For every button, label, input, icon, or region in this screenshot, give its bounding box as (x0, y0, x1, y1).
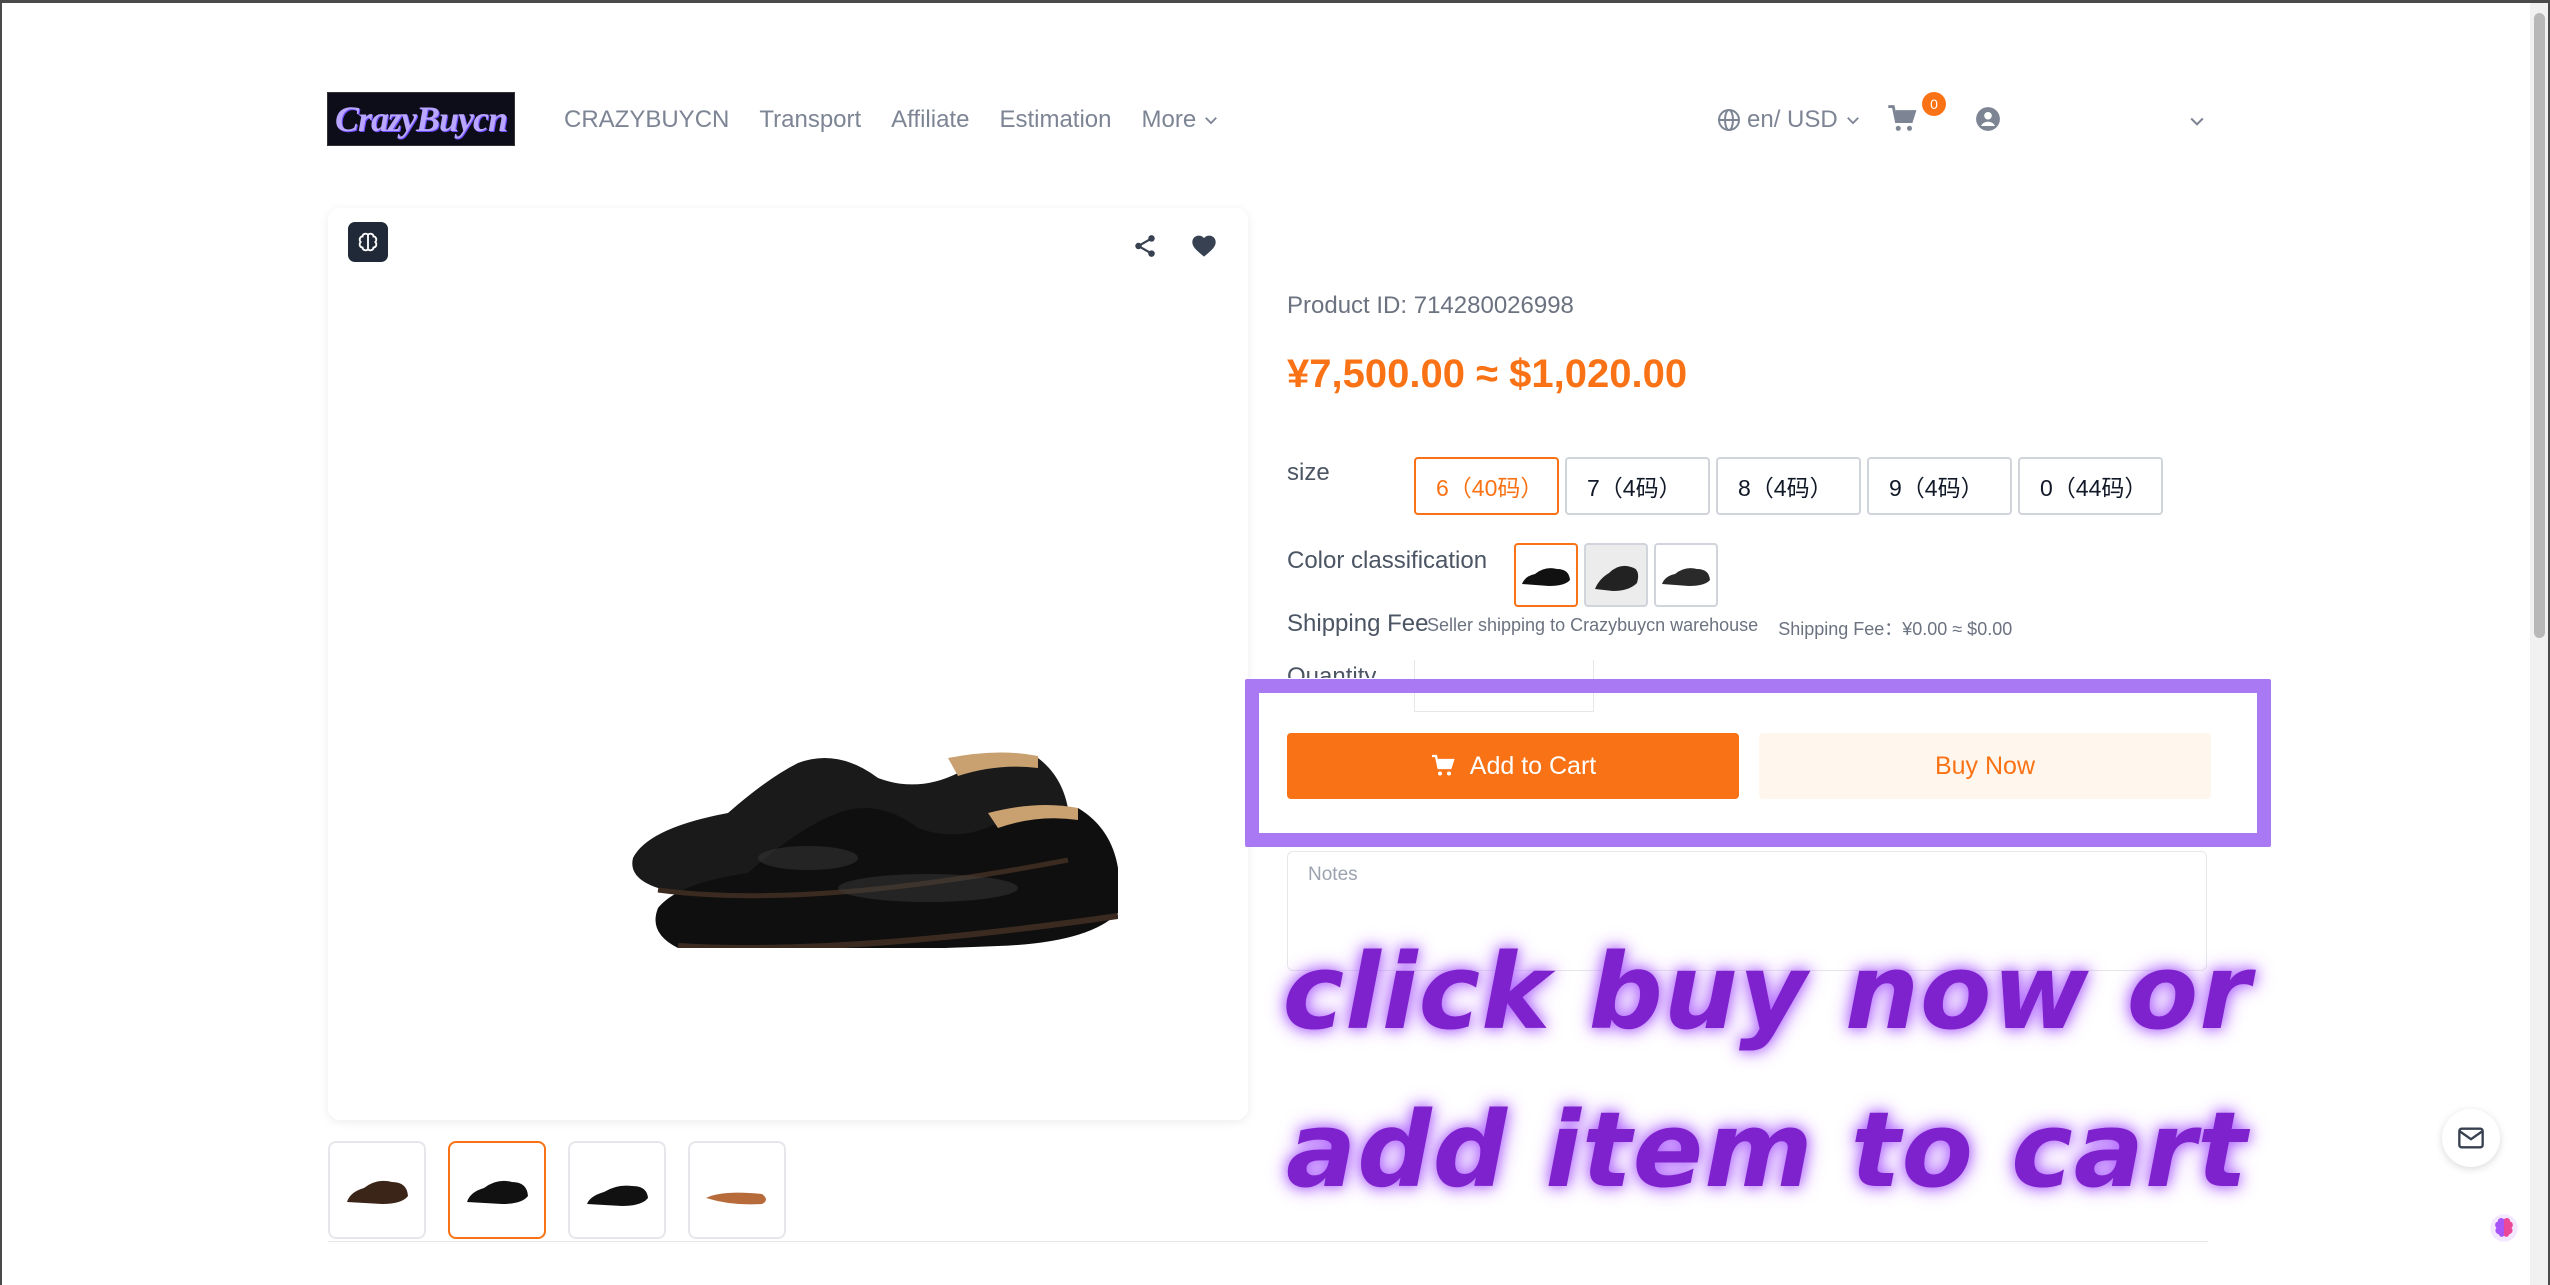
shipping-info: Seller shipping to Crazybuycn warehouse … (1427, 615, 2012, 641)
assistant-button[interactable] (2489, 1213, 2519, 1248)
mail-icon (2458, 1127, 2484, 1149)
chevron-down-icon (2190, 117, 2204, 126)
brain-icon (358, 232, 378, 252)
size-option[interactable]: 6（40码） (1414, 457, 1559, 515)
annotation-highlight-box (1245, 679, 2271, 847)
chevron-down-icon (1205, 117, 1218, 125)
color-option[interactable] (1654, 543, 1718, 607)
size-options: 6（40码） 7（4码） 8（4码） 9（4码） 0（44码） (1414, 457, 2163, 515)
page-scrollbar[interactable] (2530, 3, 2548, 1285)
notes-placeholder: Notes (1308, 864, 1358, 885)
heart-icon (1192, 235, 1216, 257)
chevron-down-icon (1846, 117, 1859, 125)
section-divider (328, 1241, 2208, 1242)
shoe-swatch (1662, 568, 1710, 586)
product-page: CrazyBuycn CRAZYBUYCN Transport Affiliat… (2, 3, 2548, 1285)
brain-icon (2490, 1214, 2518, 1242)
quantity-label: Quantity (1287, 663, 1377, 678)
product-main-image (632, 752, 1118, 948)
thumbnail-strip (328, 1141, 786, 1239)
cart-icon (1888, 105, 1917, 131)
color-options (1514, 543, 1718, 607)
share-icon (1135, 235, 1155, 257)
ai-search-button[interactable] (348, 222, 388, 262)
color-option[interactable] (1514, 543, 1578, 607)
lang-currency-label: en/ USD (1747, 106, 1838, 133)
size-option[interactable]: 7（4码） (1565, 457, 1710, 515)
logo-text: CrazyBuycn (334, 99, 508, 139)
thumbnail-4[interactable] (688, 1141, 786, 1239)
shipping-method: Seller shipping to Crazybuycn warehouse (1427, 615, 1759, 635)
favorite-button[interactable] (1190, 232, 1218, 263)
shoe-swatch (1595, 565, 1639, 591)
shoe-swatch (1522, 568, 1570, 586)
site-logo[interactable]: CrazyBuycn (327, 92, 515, 146)
size-label: size (1287, 459, 1330, 486)
color-option[interactable] (1584, 543, 1648, 607)
shipping-fee-value: Shipping Fee：¥0.00 ≈ $0.00 (1778, 619, 2013, 639)
thumbnail-3[interactable] (568, 1141, 666, 1239)
thumbnail-1[interactable] (328, 1141, 426, 1239)
size-option[interactable]: 0（44码） (2018, 457, 2163, 515)
shipping-fee-label: Shipping Fee (1287, 610, 1429, 637)
globe-icon (1718, 109, 1740, 131)
user-menu[interactable] (1975, 106, 2001, 137)
product-id: Product ID: 714280026998 (1287, 292, 1574, 319)
user-dropdown-toggle[interactable] (2187, 111, 2207, 136)
thumbnail-2[interactable] (448, 1141, 546, 1239)
shoe-thumbnail (587, 1185, 648, 1206)
cart-button[interactable] (1886, 104, 1918, 139)
nav-estimation[interactable]: Estimation (999, 105, 1111, 135)
size-option[interactable]: 9（4码） (1867, 457, 2012, 515)
annotation-text: click buy now or add item to cart (1282, 931, 2252, 1211)
color-label: Color classification (1287, 547, 1488, 574)
product-price: ¥7,500.00 ≈ $1,020.00 (1287, 352, 1688, 396)
cart-count-badge: 0 (1922, 92, 1946, 116)
nav-affiliate[interactable]: Affiliate (891, 105, 969, 135)
shoe-thumbnail (347, 1180, 408, 1204)
user-icon (1976, 107, 2000, 131)
product-image-viewer (328, 208, 1248, 1120)
nav-transport[interactable]: Transport (759, 105, 861, 135)
nav-crazybuycn[interactable]: CRAZYBUYCN (564, 105, 729, 135)
message-button[interactable] (2442, 1109, 2500, 1167)
language-currency-selector[interactable]: en/ USD (1717, 105, 1862, 135)
main-nav: CRAZYBUYCN Transport Affiliate Estimatio… (564, 105, 1250, 135)
share-button[interactable] (1132, 233, 1158, 264)
scrollbar-thumb[interactable] (2534, 13, 2545, 638)
size-option[interactable]: 8（4码） (1716, 457, 1861, 515)
shoe-sole-thumbnail (706, 1192, 766, 1205)
nav-more[interactable]: More (1142, 105, 1221, 135)
shoe-thumbnail (467, 1180, 528, 1204)
